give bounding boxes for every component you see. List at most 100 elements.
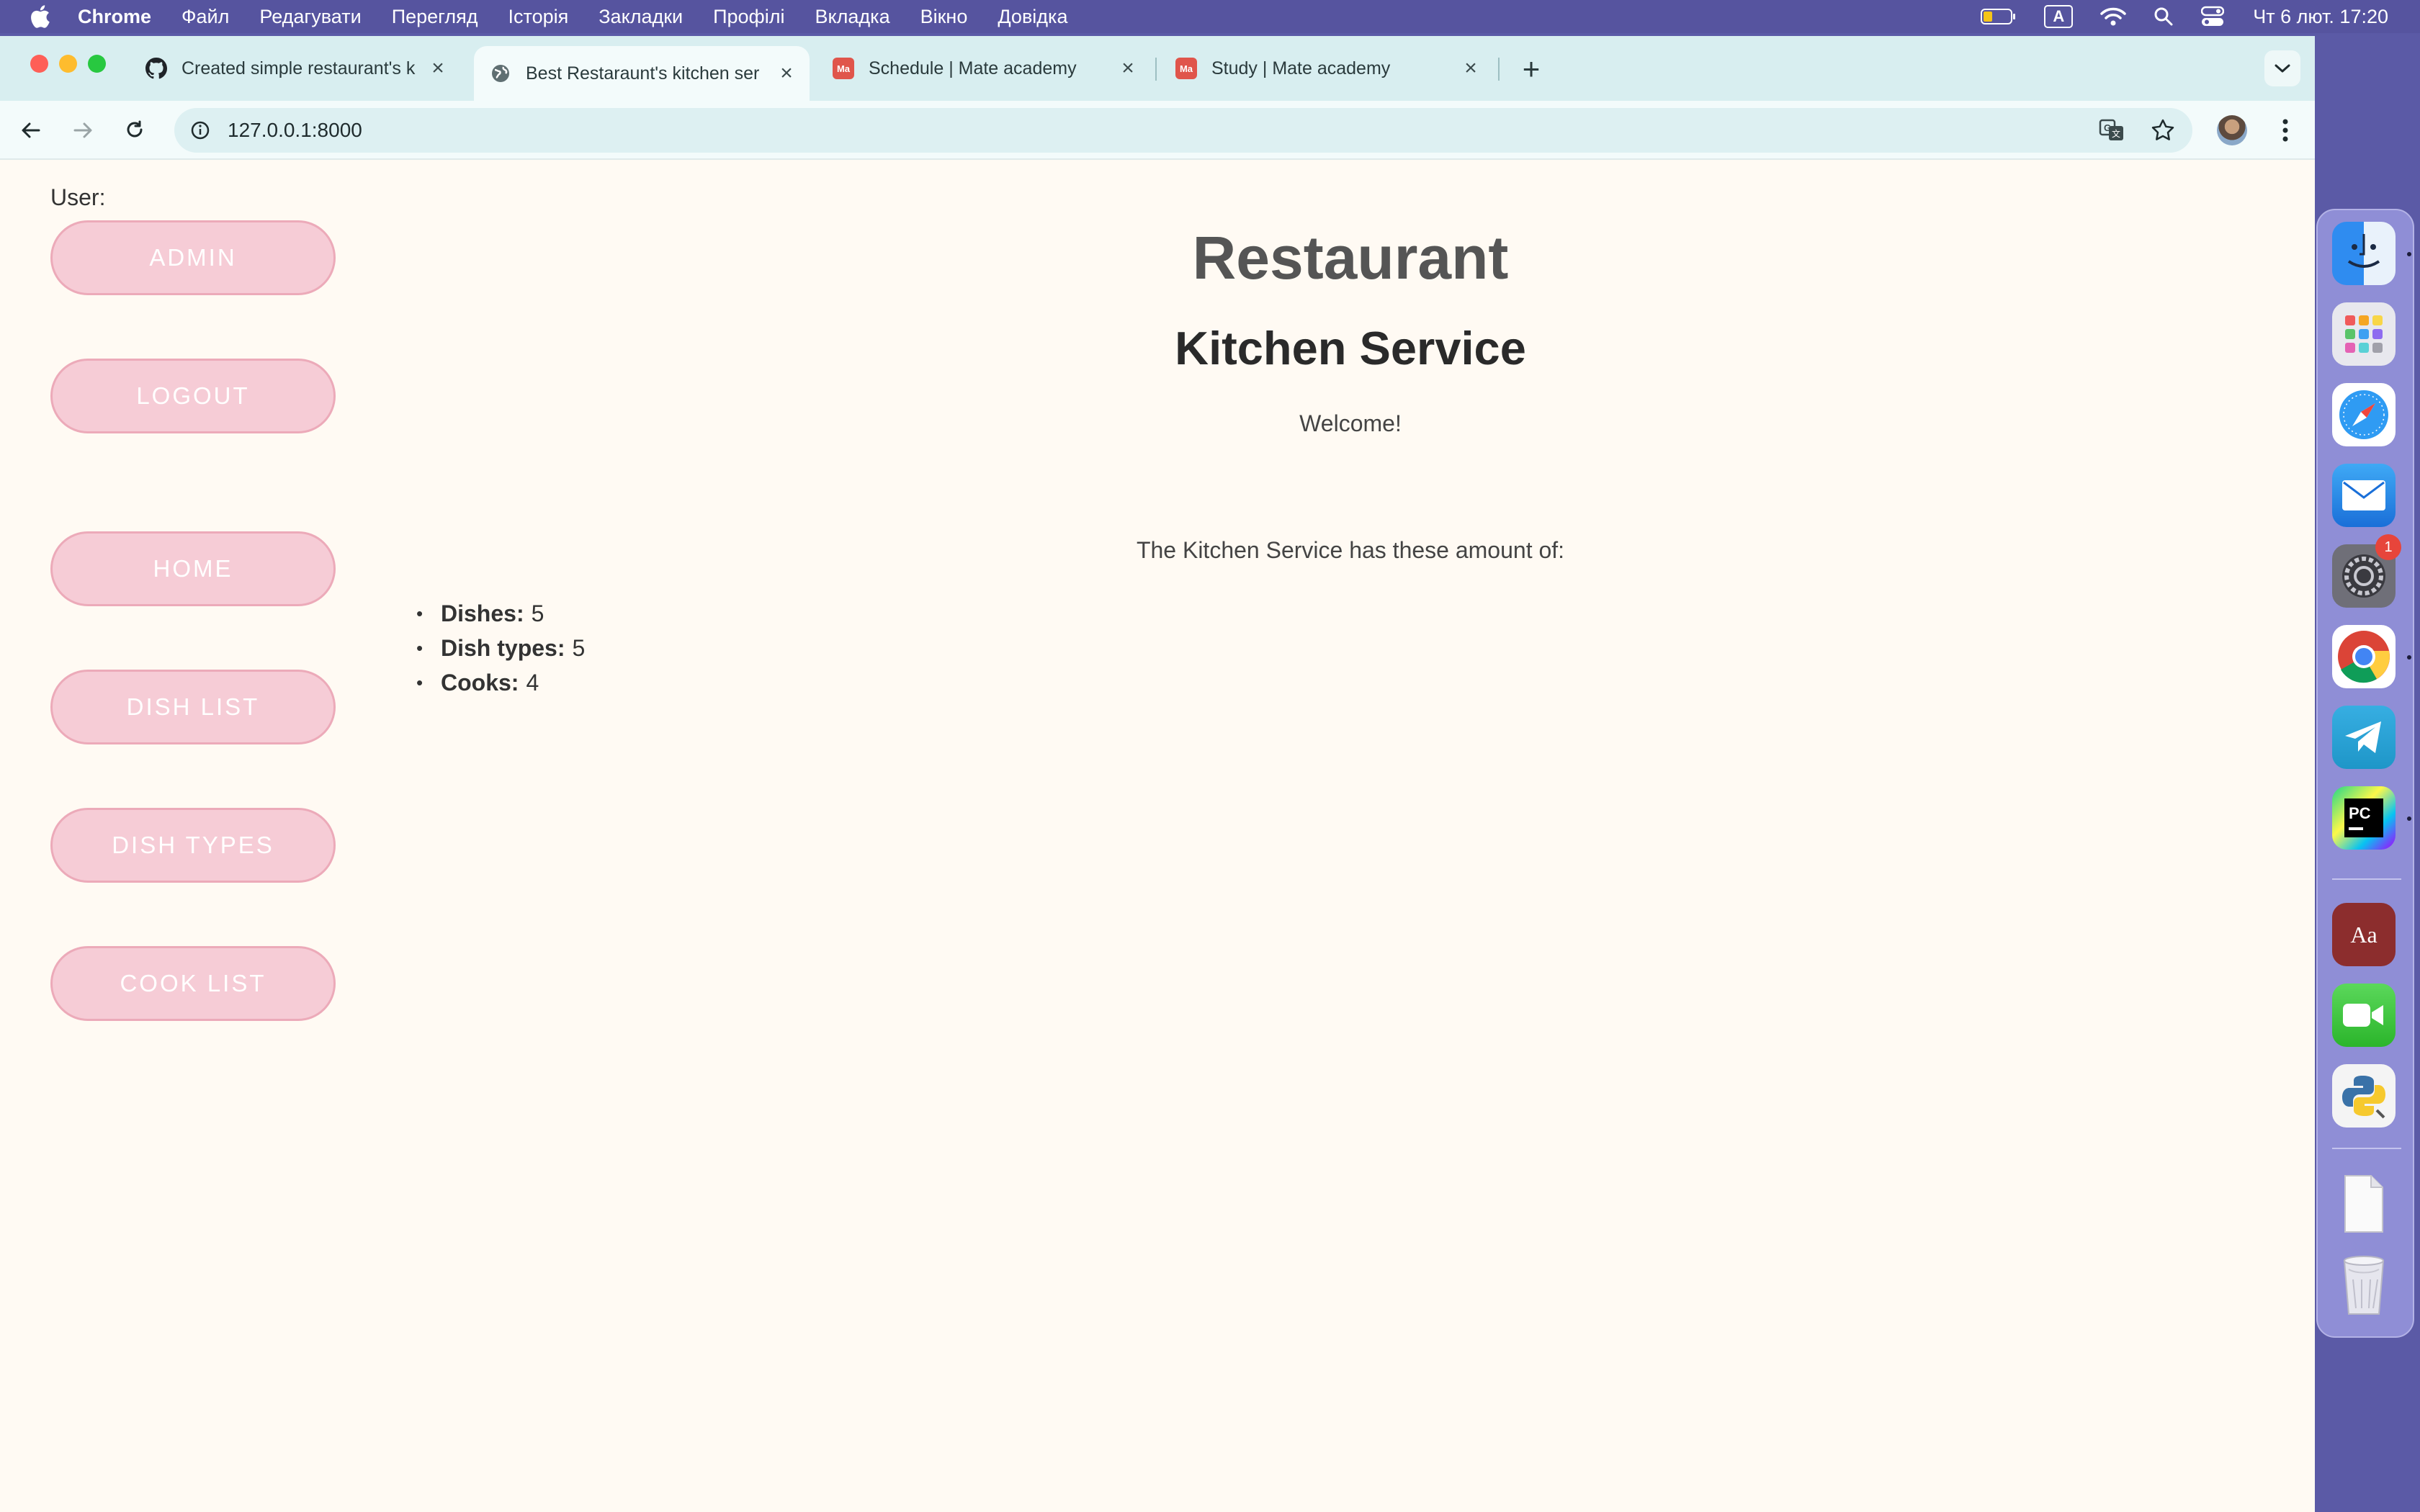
mate-academy-icon: Ma xyxy=(1175,58,1197,79)
browser-toolbar: 127.0.0.1:8000 G文 xyxy=(0,101,2315,160)
count-value: 5 xyxy=(572,634,586,661)
keyboard-layout-icon[interactable]: A xyxy=(2044,5,2074,28)
tab-kitchen-service[interactable]: Best Restaraunt's kitchen ser × xyxy=(474,46,810,101)
menu-profiles[interactable]: Профілі xyxy=(713,6,784,28)
tab-schedule[interactable]: Ma Schedule | Mate academy × xyxy=(817,46,1151,91)
trash-icon[interactable] xyxy=(2332,1253,2396,1316)
tab-title: Schedule | Mate academy xyxy=(869,58,1077,78)
dock-separator xyxy=(2332,1148,2401,1149)
python-launcher-icon[interactable] xyxy=(2332,1064,2396,1128)
cook-list-button[interactable]: Cook list xyxy=(50,946,336,1021)
tab-separator xyxy=(1498,58,1500,81)
count-value: 5 xyxy=(531,600,544,626)
reload-icon[interactable] xyxy=(117,112,153,148)
menu-history[interactable]: Історія xyxy=(508,6,569,28)
window-close-button[interactable] xyxy=(30,55,48,73)
tab-close-icon[interactable]: × xyxy=(1456,56,1485,81)
keyboard-layout-label: A xyxy=(2044,5,2074,28)
user-label: User: xyxy=(50,184,106,210)
svg-text:PC: PC xyxy=(2349,804,2371,822)
menu-window[interactable]: Вікно xyxy=(920,6,968,28)
safari-icon[interactable] xyxy=(2332,383,2396,446)
list-item: • Dish types: 5 xyxy=(416,631,586,665)
dish-types-button[interactable]: Dish types xyxy=(50,808,336,883)
tab-close-icon[interactable]: × xyxy=(424,56,452,81)
tab-github[interactable]: Created simple restaurant's k × xyxy=(130,46,461,91)
count-label: Cooks: xyxy=(441,669,519,696)
window-minimize-button[interactable] xyxy=(59,55,77,73)
globe-icon xyxy=(490,63,511,84)
spotlight-search-icon[interactable] xyxy=(2154,6,2174,27)
browser-menu-kebab-icon[interactable] xyxy=(2267,112,2303,148)
web-page: User: Admin Logout Home Dish list Dish t… xyxy=(0,161,2315,1512)
svg-text:文: 文 xyxy=(2112,128,2120,139)
welcome-text: Welcome! xyxy=(1299,410,1402,436)
notification-badge: 1 xyxy=(2375,534,2401,560)
back-arrow-icon[interactable] xyxy=(13,112,49,148)
mail-icon[interactable] xyxy=(2332,464,2396,527)
menu-app-name[interactable]: Chrome xyxy=(78,6,151,28)
forward-arrow-icon[interactable] xyxy=(65,112,101,148)
menu-view[interactable]: Перегляд xyxy=(392,6,478,28)
address-bar[interactable]: 127.0.0.1:8000 G文 xyxy=(174,108,2192,153)
menu-bookmarks[interactable]: Закладки xyxy=(599,6,683,28)
address-url[interactable]: 127.0.0.1:8000 xyxy=(228,119,362,142)
menubar-clock[interactable]: Чт 6 лют. 17:20 xyxy=(2253,6,2388,28)
tab-title: Best Restaraunt's kitchen ser xyxy=(526,63,760,84)
mate-academy-icon: Ma xyxy=(833,58,854,79)
github-icon xyxy=(145,58,167,79)
translate-icon[interactable]: G文 xyxy=(2099,117,2125,143)
finder-icon[interactable] xyxy=(2332,222,2396,285)
site-info-icon[interactable] xyxy=(186,116,215,145)
running-indicator xyxy=(2407,655,2411,660)
new-tab-plus-icon[interactable]: + xyxy=(1511,49,1551,89)
tab-study[interactable]: Ma Study | Mate academy × xyxy=(1160,46,1494,91)
count-value: 4 xyxy=(526,669,539,696)
svg-text:Ma: Ma xyxy=(837,63,851,74)
tab-title: Study | Mate academy xyxy=(1211,58,1391,78)
control-center-icon[interactable] xyxy=(2201,6,2225,27)
list-item: • Dishes: 5 xyxy=(416,596,585,631)
launchpad-icon[interactable] xyxy=(2332,302,2396,366)
page-title: Restaurant xyxy=(1192,224,1509,292)
bullet-icon: • xyxy=(416,602,424,624)
profile-avatar[interactable] xyxy=(2217,115,2247,145)
dish-list-button[interactable]: Dish list xyxy=(50,670,336,744)
battery-icon[interactable] xyxy=(1981,8,2017,25)
window-zoom-button[interactable] xyxy=(88,55,106,73)
bullet-icon: • xyxy=(416,671,424,693)
menu-edit[interactable]: Редагувати xyxy=(259,6,361,28)
macos-dock: 1 PC Aa xyxy=(2316,209,2414,1338)
browser-window: Created simple restaurant's k × Best Res… xyxy=(0,36,2315,1512)
address-bar-actions: G文 xyxy=(2073,108,2175,153)
bookmark-star-icon[interactable] xyxy=(2151,118,2175,143)
tab-close-icon[interactable]: × xyxy=(1113,56,1142,81)
svg-text:Aa: Aa xyxy=(2350,922,2377,948)
chrome-icon[interactable] xyxy=(2332,625,2396,688)
menu-tab[interactable]: Вкладка xyxy=(815,6,890,28)
tab-close-icon[interactable]: × xyxy=(772,61,801,86)
apple-menu-icon[interactable] xyxy=(27,4,52,29)
tab-strip: Created simple restaurant's k × Best Res… xyxy=(0,36,2315,101)
tab-search-chevron-icon[interactable] xyxy=(2264,50,2300,86)
document-icon[interactable] xyxy=(2332,1172,2396,1236)
facetime-icon[interactable] xyxy=(2332,984,2396,1047)
dictionary-icon[interactable]: Aa xyxy=(2332,903,2396,966)
tab-title: Created simple restaurant's k xyxy=(182,58,416,78)
list-item: • Cooks: 4 xyxy=(416,665,585,700)
wifi-icon[interactable] xyxy=(2100,6,2127,27)
menu-file[interactable]: Файл xyxy=(182,6,229,28)
pycharm-icon[interactable]: PC xyxy=(2332,786,2396,850)
tab-separator xyxy=(1155,58,1157,81)
running-indicator xyxy=(2407,816,2411,821)
menu-help[interactable]: Довідка xyxy=(998,6,1067,28)
dock-separator xyxy=(2332,878,2401,880)
running-indicator xyxy=(2407,252,2411,256)
macos-menu-bar: Chrome Файл Редагувати Перегляд Історія … xyxy=(0,0,2420,33)
telegram-icon[interactable] xyxy=(2332,706,2396,769)
svg-text:Ma: Ma xyxy=(1180,63,1193,74)
page-subtitle: Kitchen Service xyxy=(1175,322,1526,374)
bullet-icon: • xyxy=(416,636,424,659)
counts-list: • Dishes: 5 • Dish types: 5 • Cooks: 4 xyxy=(416,596,586,700)
count-label: Dishes: xyxy=(441,600,524,626)
